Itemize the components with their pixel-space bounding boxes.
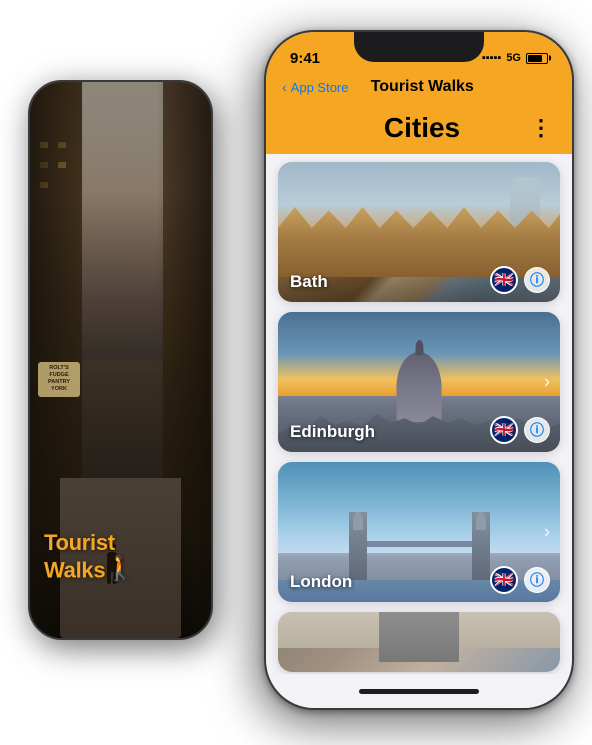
page-title: Cities <box>314 112 530 144</box>
edinburgh-flag[interactable]: 🇬🇧 <box>490 416 518 444</box>
london-chevron-icon: › <box>544 522 550 543</box>
city-card-london[interactable]: London 🇬🇧 ⓘ › <box>278 462 560 602</box>
london-sky <box>278 462 560 553</box>
back-arrow-icon: ‹ <box>282 79 287 95</box>
signal-icon: ▪▪▪▪▪ <box>482 52 502 64</box>
app-title: Tourist Walks <box>289 78 557 96</box>
walker-icon: 🚶 <box>105 555 135 583</box>
city-card-edinburgh[interactable]: Edinburgh 🇬🇧 ⓘ › <box>278 312 560 452</box>
tower-bridge-right <box>472 512 490 582</box>
back-branding: Tourist Walks 🚶 <box>30 530 211 583</box>
scene: ROLT'S FUDGE PANTRY YORK Tourist Walks 🚶 <box>0 0 592 745</box>
home-indicator <box>359 689 479 694</box>
app-store-bar[interactable]: ‹ App Store Tourist Walks <box>266 76 572 106</box>
network-label: 5G <box>506 52 521 64</box>
edinburgh-info-button[interactable]: ⓘ <box>524 417 550 443</box>
london-actions: 🇬🇧 ⓘ <box>490 566 550 594</box>
york-minster-body <box>379 612 459 662</box>
brand-line1: Tourist <box>44 530 197 555</box>
front-screen: 9:41 ▪▪▪▪▪ 5G ‹ App Store Tourist Walks … <box>266 32 572 708</box>
london-label: London <box>290 572 352 592</box>
edinburgh-monument <box>397 352 442 422</box>
york-minster <box>379 612 459 662</box>
battery-icon <box>526 53 548 64</box>
bath-info-button[interactable]: ⓘ <box>524 267 550 293</box>
notch <box>354 32 484 62</box>
tower-bridge-span <box>367 541 472 547</box>
shop-sign: ROLT'S FUDGE PANTRY YORK <box>38 362 80 397</box>
edinburgh-chevron-icon: › <box>544 372 550 393</box>
status-time: 9:41 <box>290 50 320 67</box>
city-card-bath[interactable]: Bath 🇬🇧 ⓘ <box>278 162 560 302</box>
more-menu-button[interactable]: ⋮ <box>530 115 552 141</box>
back-screen: ROLT'S FUDGE PANTRY YORK Tourist Walks 🚶 <box>30 82 211 638</box>
london-flag[interactable]: 🇬🇧 <box>490 566 518 594</box>
phone-front: 9:41 ▪▪▪▪▪ 5G ‹ App Store Tourist Walks … <box>264 30 574 710</box>
bath-flag[interactable]: 🇬🇧 <box>490 266 518 294</box>
city-card-york[interactable] <box>278 612 560 672</box>
cities-list: Bath 🇬🇧 ⓘ Edinburgh 🇬🇧 <box>266 154 572 674</box>
phone-back: ROLT'S FUDGE PANTRY YORK Tourist Walks 🚶 <box>28 80 213 640</box>
york-image <box>278 612 560 672</box>
safe-area <box>266 674 572 708</box>
bath-label: Bath <box>290 272 328 292</box>
main-nav: Cities ⋮ <box>266 106 572 154</box>
status-icons: ▪▪▪▪▪ 5G <box>482 52 548 64</box>
bath-actions: 🇬🇧 ⓘ <box>490 266 550 294</box>
london-info-button[interactable]: ⓘ <box>524 567 550 593</box>
edinburgh-actions: 🇬🇧 ⓘ <box>490 416 550 444</box>
battery-fill <box>528 55 542 62</box>
brand-line2: Walks 🚶 <box>44 555 197 583</box>
edinburgh-label: Edinburgh <box>290 422 375 442</box>
